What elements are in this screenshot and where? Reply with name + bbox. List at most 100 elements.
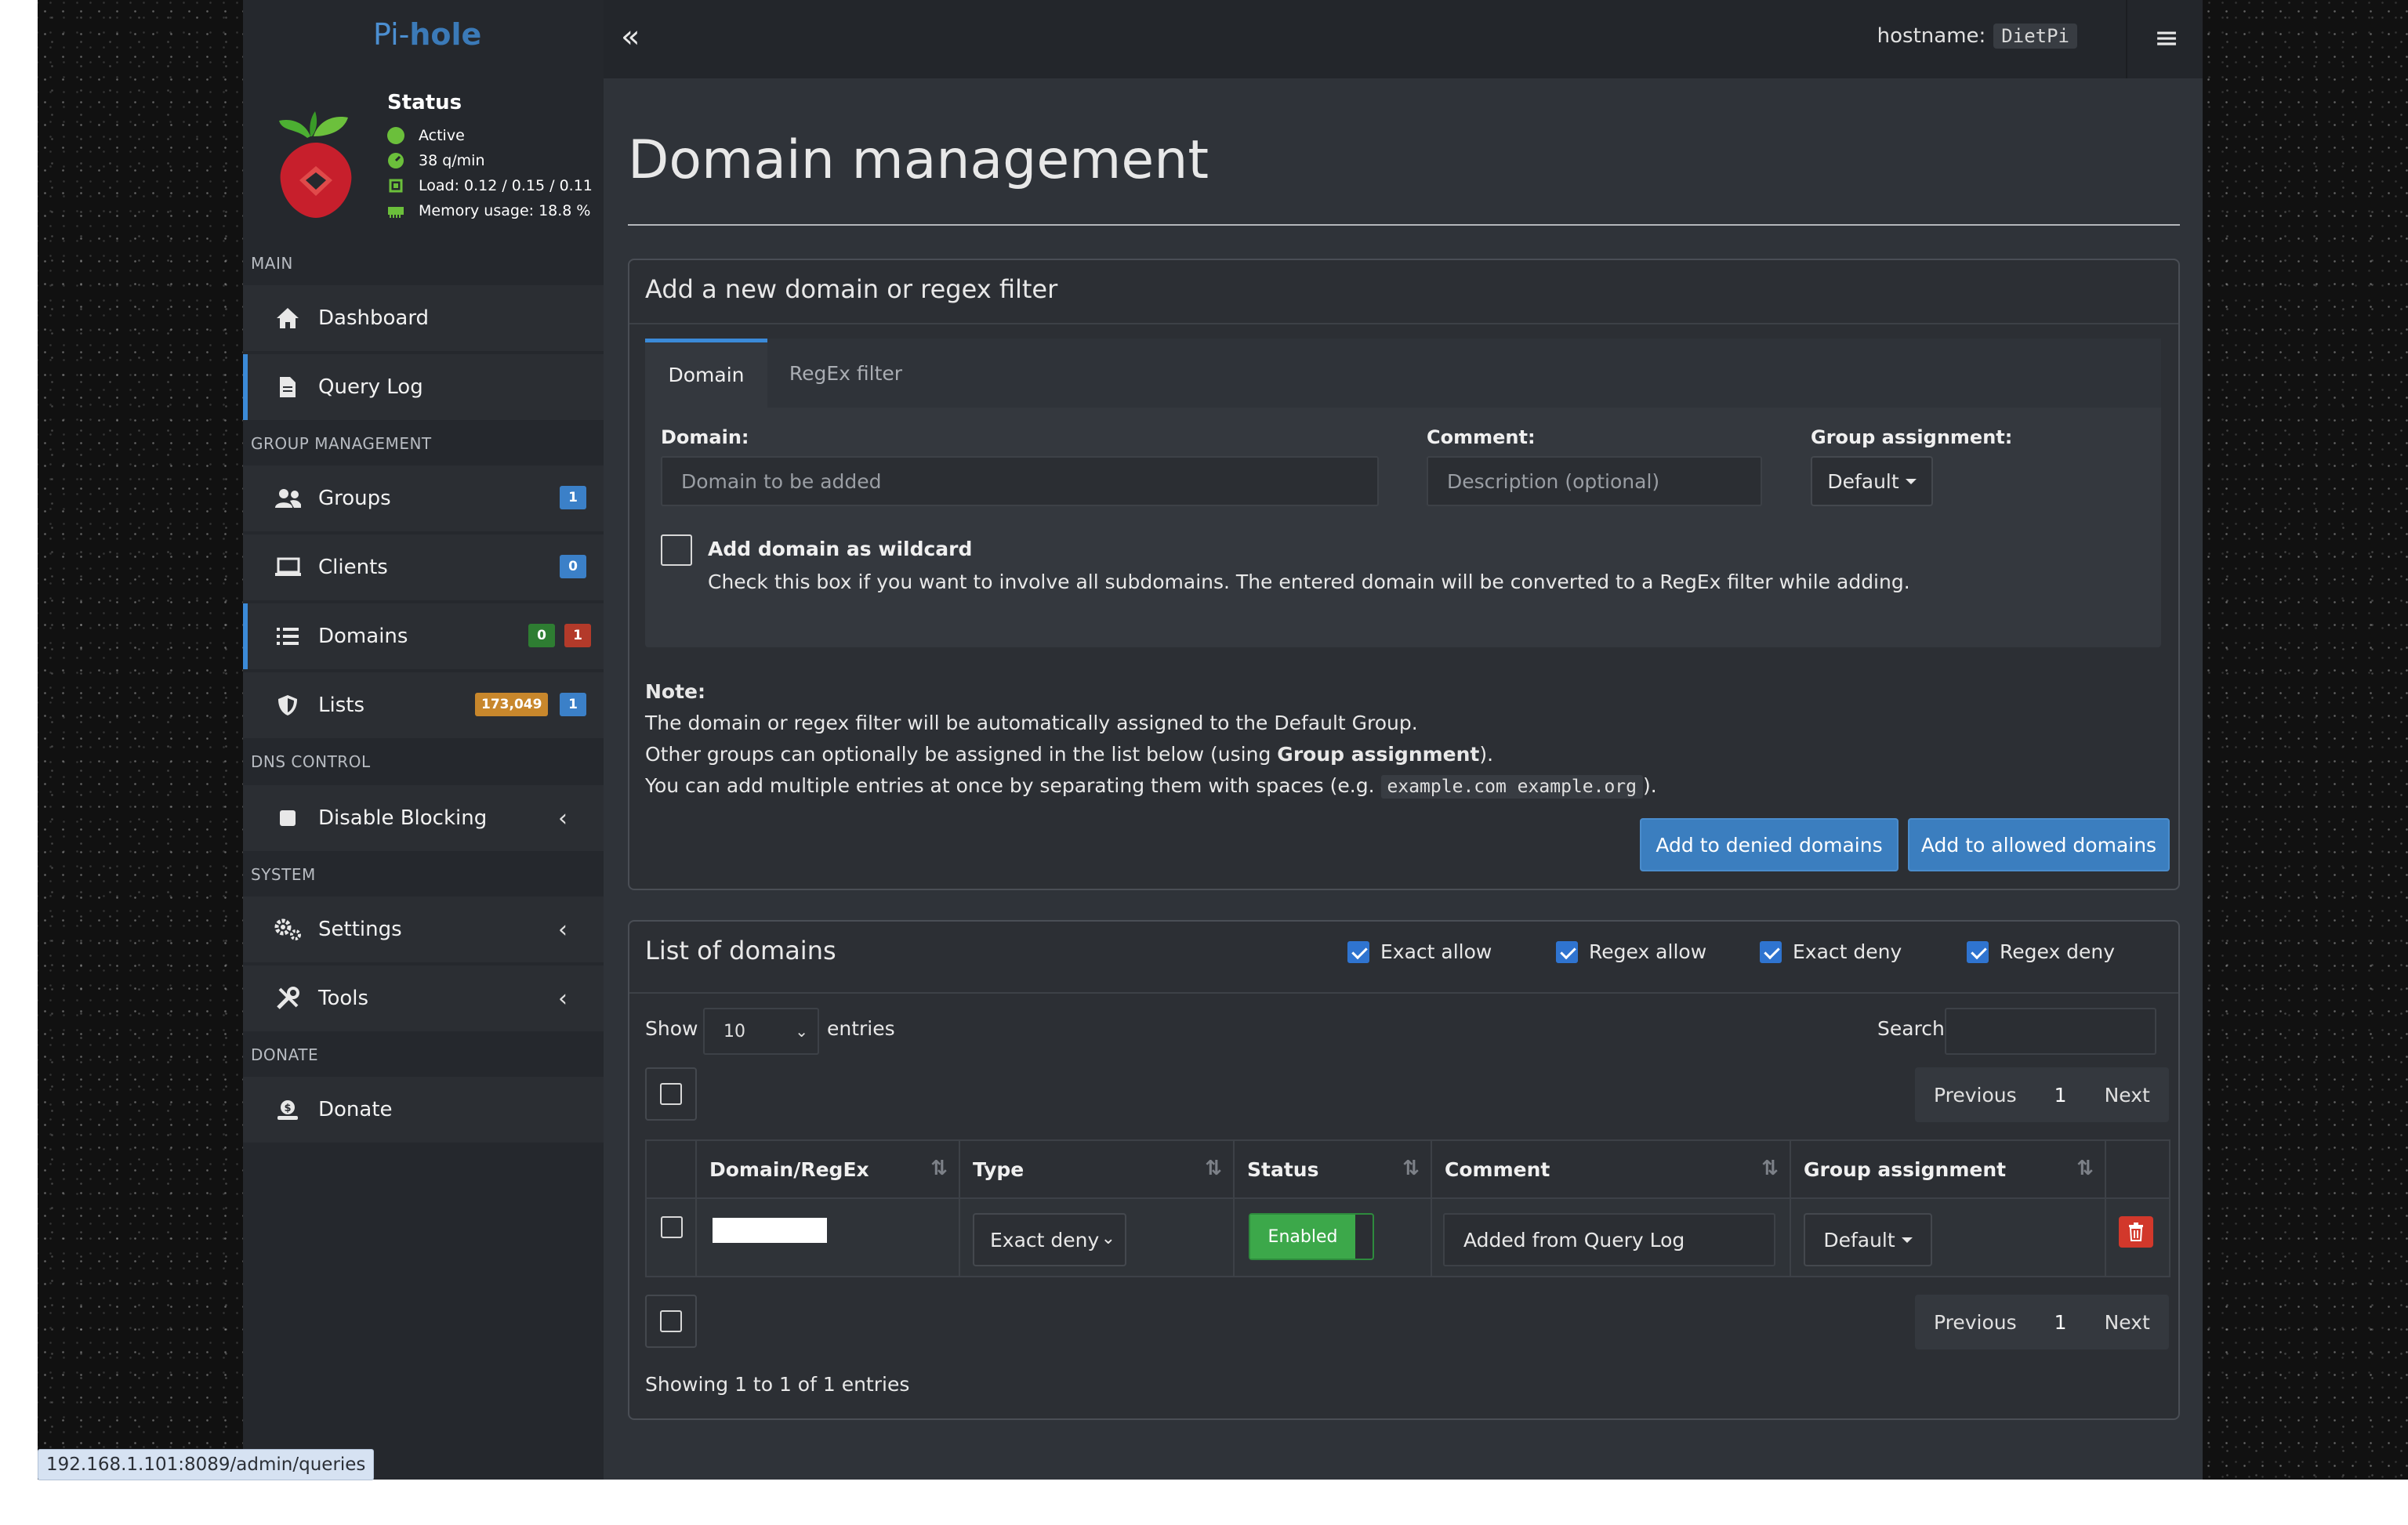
search-input[interactable] bbox=[1945, 1008, 2156, 1055]
domains-allow-badge: 0 bbox=[528, 624, 555, 647]
domain-input[interactable]: Domain to be added bbox=[661, 456, 1379, 506]
tab-bar: Domain RegEx filter bbox=[645, 339, 2161, 408]
status-url-tooltip: 192.168.1.101:8089/admin/queries bbox=[38, 1449, 375, 1480]
filter-exact-allow[interactable]: Exact allow bbox=[1347, 940, 1492, 963]
group-assignment-dropdown[interactable]: Default bbox=[1811, 456, 1933, 506]
pagination-page[interactable]: 1 bbox=[2036, 1311, 2086, 1334]
sort-icon: ⇅ bbox=[1761, 1157, 1779, 1180]
regex-deny-checkbox[interactable] bbox=[1967, 940, 1989, 963]
delete-button[interactable] bbox=[2119, 1216, 2153, 1248]
chevron-down-icon: ⌄ bbox=[795, 1022, 808, 1041]
sidebar-item-settings[interactable]: Settings ‹ bbox=[243, 897, 604, 962]
row-type-cell: Exact deny ⌄ bbox=[959, 1197, 1235, 1277]
group-assignment-label: Group assignment: bbox=[1811, 426, 2013, 448]
domain-list-title: List of domains bbox=[645, 936, 836, 965]
file-icon bbox=[274, 374, 301, 400]
add-to-allowed-button[interactable]: Add to allowed domains bbox=[1908, 818, 2170, 871]
header-select bbox=[645, 1139, 697, 1199]
row-status-toggle[interactable]: Enabled bbox=[1249, 1213, 1374, 1260]
exact-deny-checkbox[interactable] bbox=[1760, 940, 1782, 963]
table-row: Exact deny ⌄ Enabled Added from Query Lo… bbox=[645, 1197, 2170, 1277]
pagination-previous[interactable]: Previous bbox=[1915, 1311, 2036, 1334]
sidebar-item-donate[interactable]: $ Donate bbox=[243, 1077, 604, 1143]
top-navbar: « hostname: DietPi ≡ bbox=[604, 0, 2203, 78]
tab-domain[interactable]: Domain bbox=[645, 339, 767, 408]
donate-icon: $ bbox=[274, 1096, 301, 1123]
regex-allow-checkbox[interactable] bbox=[1556, 940, 1578, 963]
header-type[interactable]: Type ⇅ bbox=[959, 1139, 1235, 1199]
sidebar-item-disable-blocking[interactable]: Disable Blocking ‹ bbox=[243, 785, 604, 851]
select-all-button-bottom[interactable] bbox=[645, 1295, 697, 1348]
sort-icon: ⇅ bbox=[930, 1157, 948, 1180]
comment-input[interactable]: Description (optional) bbox=[1427, 456, 1762, 506]
wildcard-label: Add domain as wildcard bbox=[708, 538, 973, 560]
header-group-assignment[interactable]: Group assignment ⇅ bbox=[1790, 1139, 2106, 1199]
header-domain[interactable]: Domain/RegEx ⇅ bbox=[695, 1139, 960, 1199]
app-logo[interactable]: Pi-hole bbox=[373, 17, 481, 52]
entries-per-page-select[interactable]: 10 ⌄ bbox=[703, 1008, 819, 1055]
row-comment-input[interactable]: Added from Query Log bbox=[1443, 1213, 1775, 1266]
pagination-page[interactable]: 1 bbox=[2036, 1084, 2086, 1107]
sidebar-item-domains[interactable]: Domains 0 1 bbox=[243, 603, 604, 669]
show-label: Show bbox=[645, 1017, 698, 1040]
trash-icon bbox=[2129, 1223, 2143, 1241]
sort-icon: ⇅ bbox=[2076, 1157, 2094, 1180]
header-comment[interactable]: Comment ⇅ bbox=[1431, 1139, 1791, 1199]
wildcard-help: Check this box if you want to involve al… bbox=[708, 571, 1910, 593]
hostname-value: DietPi bbox=[1993, 24, 2077, 49]
sidebar-collapse-icon[interactable]: « bbox=[621, 19, 640, 55]
sidebar-item-groups[interactable]: Groups 1 bbox=[243, 465, 604, 531]
sidebar-item-tools[interactable]: Tools ‹ bbox=[243, 965, 604, 1031]
status-memory: Memory usage: 18.8 % bbox=[387, 202, 590, 219]
pagination-previous[interactable]: Previous bbox=[1915, 1084, 2036, 1107]
screen-edge-bottom bbox=[0, 1480, 2408, 1525]
select-all-checkbox[interactable] bbox=[660, 1310, 682, 1332]
sidebar-item-query-log[interactable]: Query Log bbox=[243, 354, 604, 420]
table-info: Showing 1 to 1 of 1 entries bbox=[645, 1373, 910, 1396]
add-domain-title: Add a new domain or regex filter bbox=[645, 274, 1058, 304]
add-to-denied-button[interactable]: Add to denied domains bbox=[1640, 818, 1898, 871]
header-status[interactable]: Status ⇅ bbox=[1233, 1139, 1432, 1199]
pagination-next[interactable]: Next bbox=[2086, 1084, 2169, 1107]
users-icon bbox=[274, 485, 301, 512]
filter-exact-deny[interactable]: Exact deny bbox=[1760, 940, 1902, 963]
section-dns-control: DNS CONTROL bbox=[251, 752, 371, 771]
section-donate: DONATE bbox=[251, 1045, 319, 1064]
section-main: MAIN bbox=[251, 254, 293, 273]
wildcard-checkbox[interactable] bbox=[661, 534, 692, 566]
add-domain-tabs: Domain RegEx filter Domain: Domain to be… bbox=[645, 339, 2161, 647]
gears-icon bbox=[274, 916, 301, 943]
pagination-top: Previous 1 Next bbox=[1915, 1067, 2169, 1122]
section-system: SYSTEM bbox=[251, 865, 316, 884]
sidebar-item-lists[interactable]: Lists 173,049 1 bbox=[243, 672, 604, 738]
tools-icon bbox=[274, 985, 301, 1012]
row-checkbox[interactable] bbox=[661, 1216, 683, 1238]
filter-regex-allow[interactable]: Regex allow bbox=[1556, 940, 1706, 963]
exact-allow-checkbox[interactable] bbox=[1347, 940, 1369, 963]
select-all-checkbox[interactable] bbox=[660, 1083, 682, 1105]
sidebar-item-dashboard[interactable]: Dashboard bbox=[243, 285, 604, 351]
sort-icon: ⇅ bbox=[1402, 1157, 1420, 1180]
laptop-icon bbox=[274, 554, 301, 581]
row-group-dropdown[interactable]: Default bbox=[1804, 1213, 1932, 1266]
pihole-window: Pi-hole Status Active 38 q/min Load: 0.1… bbox=[243, 0, 2203, 1480]
filter-regex-deny[interactable]: Regex deny bbox=[1967, 940, 2115, 963]
status-active: Active bbox=[387, 127, 465, 144]
groups-count-badge: 1 bbox=[560, 486, 586, 509]
row-type-select[interactable]: Exact deny ⌄ bbox=[973, 1213, 1126, 1266]
select-all-button-top[interactable] bbox=[645, 1067, 697, 1121]
domains-deny-badge: 1 bbox=[564, 624, 591, 647]
section-group-management: GROUP MANAGEMENT bbox=[251, 434, 432, 453]
topbar-divider bbox=[2126, 0, 2127, 78]
domain-list-box: List of domains Exact allow Regex allow … bbox=[628, 920, 2180, 1420]
tab-regex-filter[interactable]: RegEx filter bbox=[767, 339, 924, 408]
row-select-cell bbox=[645, 1197, 697, 1277]
pagination-next[interactable]: Next bbox=[2086, 1311, 2169, 1334]
entries-label: entries bbox=[827, 1017, 895, 1040]
hostname-display: hostname: DietPi bbox=[1877, 24, 2077, 49]
hamburger-menu-icon[interactable]: ≡ bbox=[2154, 20, 2179, 55]
pagination-bottom: Previous 1 Next bbox=[1915, 1295, 2169, 1349]
comment-label: Comment: bbox=[1427, 426, 1536, 448]
caret-down-icon bbox=[1901, 1237, 1913, 1243]
sidebar-item-clients[interactable]: Clients 0 bbox=[243, 534, 604, 600]
